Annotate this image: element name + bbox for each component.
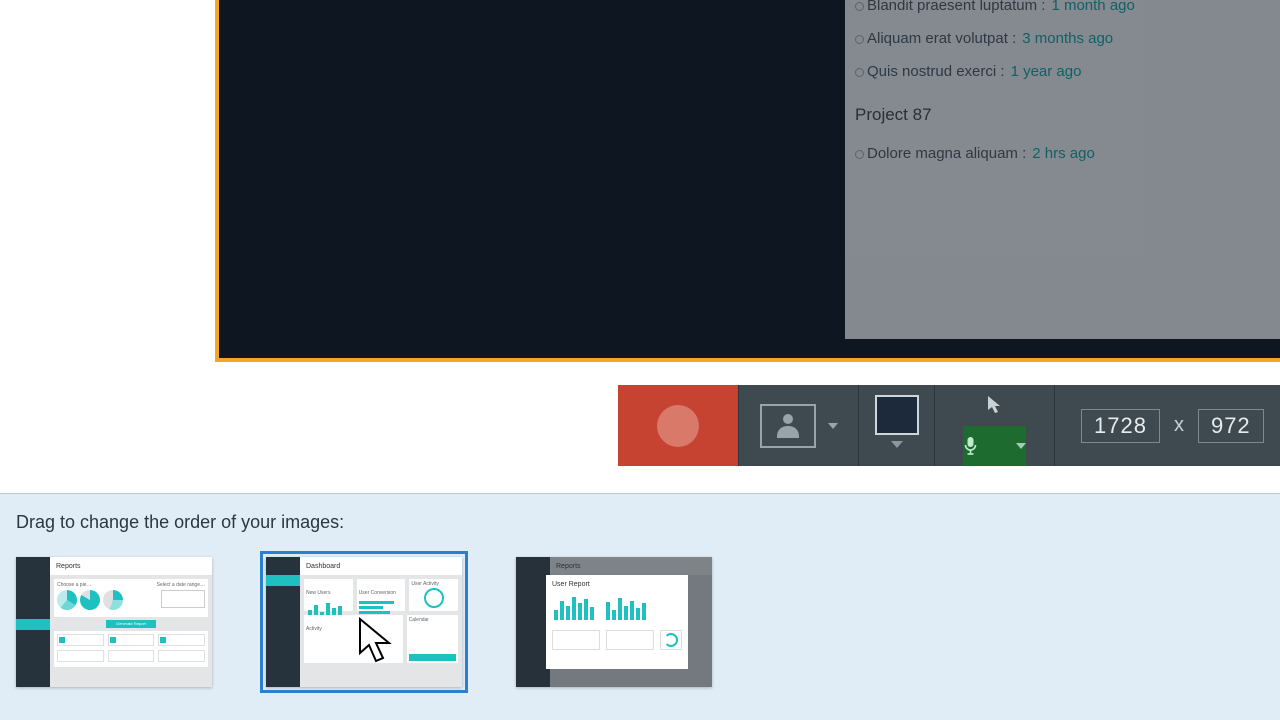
cursor-mic-group	[934, 385, 1054, 466]
thumb-modal: User Report	[546, 575, 688, 669]
thumb-body: Choose a pie… Select a date range… Gener…	[50, 575, 212, 687]
region-selector[interactable]	[858, 385, 934, 466]
person-icon	[774, 412, 802, 440]
activity-time: 2 hrs ago	[1032, 137, 1095, 170]
pie-icon	[80, 590, 100, 610]
activity-item: Quis nostrud exerci : 1 year ago	[855, 55, 1280, 88]
cursor-icon	[987, 395, 1003, 415]
thumbnail-hint: Drag to change the order of your images:	[16, 512, 1264, 533]
thumb-button: Generate Report	[106, 620, 156, 628]
width-input[interactable]: 1728	[1081, 409, 1160, 443]
activity-panel: Consectetuer adipiscing elit : 4 hrs ago…	[845, 0, 1280, 339]
thumb-label: New Users	[306, 590, 330, 596]
project-title: Project 87	[855, 88, 1280, 136]
dimensions-group: 1728 x 972	[1054, 385, 1280, 466]
thumb-title: Reports	[50, 557, 212, 575]
chevron-down-icon	[1016, 443, 1026, 449]
chevron-down-icon	[891, 441, 903, 448]
record-icon	[657, 405, 699, 447]
recording-toolbar: 1728 x 972	[618, 385, 1280, 466]
thumb-sidebar	[266, 557, 300, 687]
bar-chart-icon	[604, 592, 648, 622]
cursor-icon	[356, 617, 396, 665]
thumb-modal-title: User Report	[552, 581, 682, 588]
webcam-icon	[760, 404, 816, 448]
pie-icon	[57, 590, 77, 610]
thumb-label: Choose a pie…	[57, 582, 123, 588]
ring-icon	[424, 588, 444, 608]
thumb-label: Select a date range…	[157, 582, 205, 588]
microphone-toggle[interactable]	[963, 426, 1026, 467]
thumbnail-dashboard[interactable]: Dashboard New Users User Conversion	[266, 557, 462, 687]
thumb-label: User Activity	[411, 581, 439, 587]
thumbnail-user-report[interactable]: Reports User Report	[516, 557, 712, 687]
thumb-label: User Conversion	[359, 590, 396, 596]
cursor-toggle[interactable]	[987, 385, 1003, 426]
activity-item: Blandit praesent luptatum : 1 month ago	[855, 0, 1280, 22]
thumb-sidebar-active	[16, 619, 50, 630]
activity-text: Blandit praesent luptatum :	[867, 0, 1045, 22]
chevron-down-icon	[828, 423, 838, 429]
recording-region-frame[interactable]: Consectetuer adipiscing elit : 4 hrs ago…	[215, 0, 1280, 362]
pie-icon	[103, 590, 123, 610]
activity-time: 1 year ago	[1011, 55, 1082, 88]
thumb-label: Activity	[306, 626, 322, 632]
microphone-icon	[963, 436, 978, 456]
region-icon	[875, 395, 919, 435]
ring-icon	[664, 633, 678, 647]
thumb-title: Dashboard	[300, 557, 462, 575]
thumb-sidebar-active	[266, 575, 300, 586]
height-input[interactable]: 972	[1198, 409, 1264, 443]
thumbnail-row: Reports Choose a pie… Select a date rang…	[16, 557, 1264, 687]
activity-text: Quis nostrud exerci :	[867, 55, 1005, 88]
captured-window: Consectetuer adipiscing elit : 4 hrs ago…	[415, 0, 1280, 358]
bar-chart-icon	[552, 592, 596, 622]
activity-time: 3 months ago	[1022, 22, 1113, 55]
thumbnail-reports[interactable]: Reports Choose a pie… Select a date rang…	[16, 557, 212, 687]
thumbnail-panel: Drag to change the order of your images:…	[0, 493, 1280, 720]
record-button[interactable]	[618, 385, 738, 466]
activity-time: 1 month ago	[1051, 0, 1134, 22]
activity-text: Aliquam erat volutpat :	[867, 22, 1016, 55]
dimension-separator: x	[1174, 414, 1184, 437]
activity-text: Dolore magna aliquam :	[867, 137, 1026, 170]
activity-item: Aliquam erat volutpat : 3 months ago	[855, 22, 1280, 55]
activity-item: Dolore magna aliquam : 2 hrs ago	[855, 137, 1280, 170]
thumb-sidebar	[16, 557, 50, 687]
capture-preview: Consectetuer adipiscing elit : 4 hrs ago…	[0, 0, 1280, 366]
webcam-toggle[interactable]	[738, 385, 858, 466]
